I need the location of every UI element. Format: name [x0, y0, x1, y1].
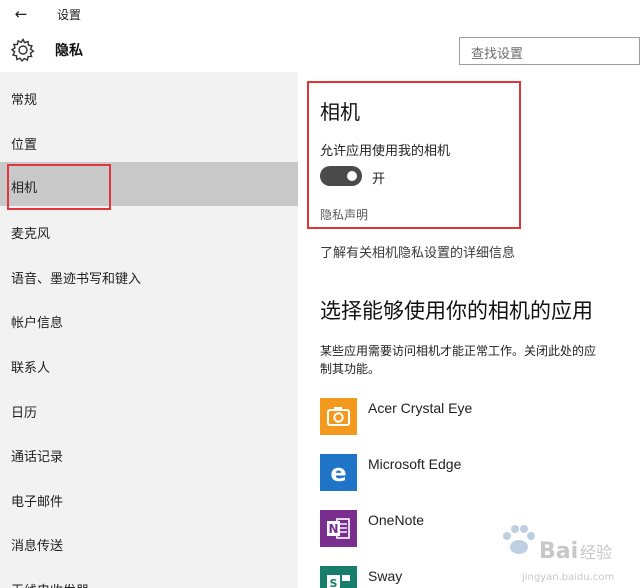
sidebar-item-label: 通话记录	[11, 450, 64, 465]
section-title: 相机	[320, 100, 360, 124]
back-arrow-icon: ←	[14, 5, 28, 23]
app-name: Acer Crystal Eye	[368, 400, 473, 416]
camera-toggle[interactable]	[320, 166, 362, 186]
app-name: Sway	[368, 568, 403, 584]
selection-highlight-box	[7, 164, 111, 210]
app-row-microsoft-edge[interactable]: e Microsoft Edge	[320, 454, 640, 494]
privacy-statement-link[interactable]: 隐私声明	[320, 206, 368, 223]
toggle-knob	[347, 171, 357, 181]
sidebar-item-label: 麦克风	[11, 227, 51, 242]
title-bar: ← 设置	[0, 0, 640, 28]
sidebar-item-radios[interactable]: 无线电收发器	[0, 565, 298, 588]
sidebar-item-calendar[interactable]: 日历	[0, 387, 298, 431]
allow-camera-label: 允许应用使用我的相机	[320, 144, 451, 159]
header: 隐私 查找设置	[0, 28, 640, 72]
sidebar-item-label: 消息传送	[11, 539, 64, 554]
sway-icon: S	[320, 566, 357, 588]
learn-more-link[interactable]: 了解有关相机隐私设置的详细信息	[320, 242, 515, 261]
svg-text:jingyan.baidu.com: jingyan.baidu.com	[521, 572, 614, 583]
sidebar: 常规 位置 相机 麦克风 语音、墨迹书写和键入 帐户信息 联系人 日历 通话记录…	[0, 72, 298, 588]
baidu-jingyan-watermark: Bai 经验 jingyan.baidu.com	[503, 525, 614, 583]
sidebar-item-microphone[interactable]: 麦克风	[0, 208, 298, 252]
svg-text:e: e	[330, 459, 346, 487]
gear-icon	[10, 38, 35, 63]
sidebar-item-label: 电子邮件	[11, 495, 64, 510]
sidebar-item-location[interactable]: 位置	[0, 119, 298, 163]
sidebar-item-account-info[interactable]: 帐户信息	[0, 297, 298, 341]
svg-text:S: S	[330, 577, 338, 588]
svg-text:经验: 经验	[580, 543, 612, 562]
sidebar-item-general[interactable]: 常规	[0, 74, 298, 118]
apps-description: 某些应用需要访问相机才能正常工作。关闭此处的应 制其功能。	[320, 342, 640, 378]
sidebar-item-email[interactable]: 电子邮件	[0, 476, 298, 520]
svg-text:N: N	[328, 522, 338, 536]
sidebar-item-label: 日历	[11, 406, 38, 421]
sidebar-item-speech-inking[interactable]: 语音、墨迹书写和键入	[0, 253, 298, 297]
app-row-acer-crystal-eye[interactable]: Acer Crystal Eye	[320, 398, 640, 438]
onenote-icon: N	[320, 510, 357, 547]
edge-icon: e	[320, 454, 357, 491]
app-name: Microsoft Edge	[368, 456, 462, 472]
sidebar-item-contacts[interactable]: 联系人	[0, 342, 298, 386]
back-button[interactable]: ←	[10, 3, 32, 25]
apps-heading: 选择能够使用你的相机的应用	[320, 299, 593, 323]
sidebar-item-label: 语音、墨迹书写和键入	[11, 272, 142, 287]
sidebar-item-label: 无线电收发器	[11, 580, 89, 588]
search-input[interactable]: 查找设置	[459, 37, 640, 65]
search-placeholder: 查找设置	[471, 47, 524, 62]
sidebar-item-label: 常规	[11, 93, 38, 108]
sidebar-item-label: 帐户信息	[11, 316, 64, 331]
apps-description-line: 制其功能。	[320, 362, 381, 376]
sidebar-item-label: 联系人	[11, 361, 51, 376]
toggle-state-label: 开	[372, 172, 386, 187]
apps-description-line: 某些应用需要访问相机才能正常工作。关闭此处的应	[320, 344, 597, 358]
sidebar-item-messaging[interactable]: 消息传送	[0, 520, 298, 564]
window-title: 设置	[57, 8, 82, 22]
svg-text:Bai: Bai	[539, 539, 578, 564]
sidebar-item-call-history[interactable]: 通话记录	[0, 431, 298, 475]
camera-app-icon	[320, 398, 357, 435]
app-name: OneNote	[368, 512, 425, 528]
page-title: 隐私	[55, 43, 83, 59]
sidebar-item-label: 位置	[11, 138, 38, 153]
